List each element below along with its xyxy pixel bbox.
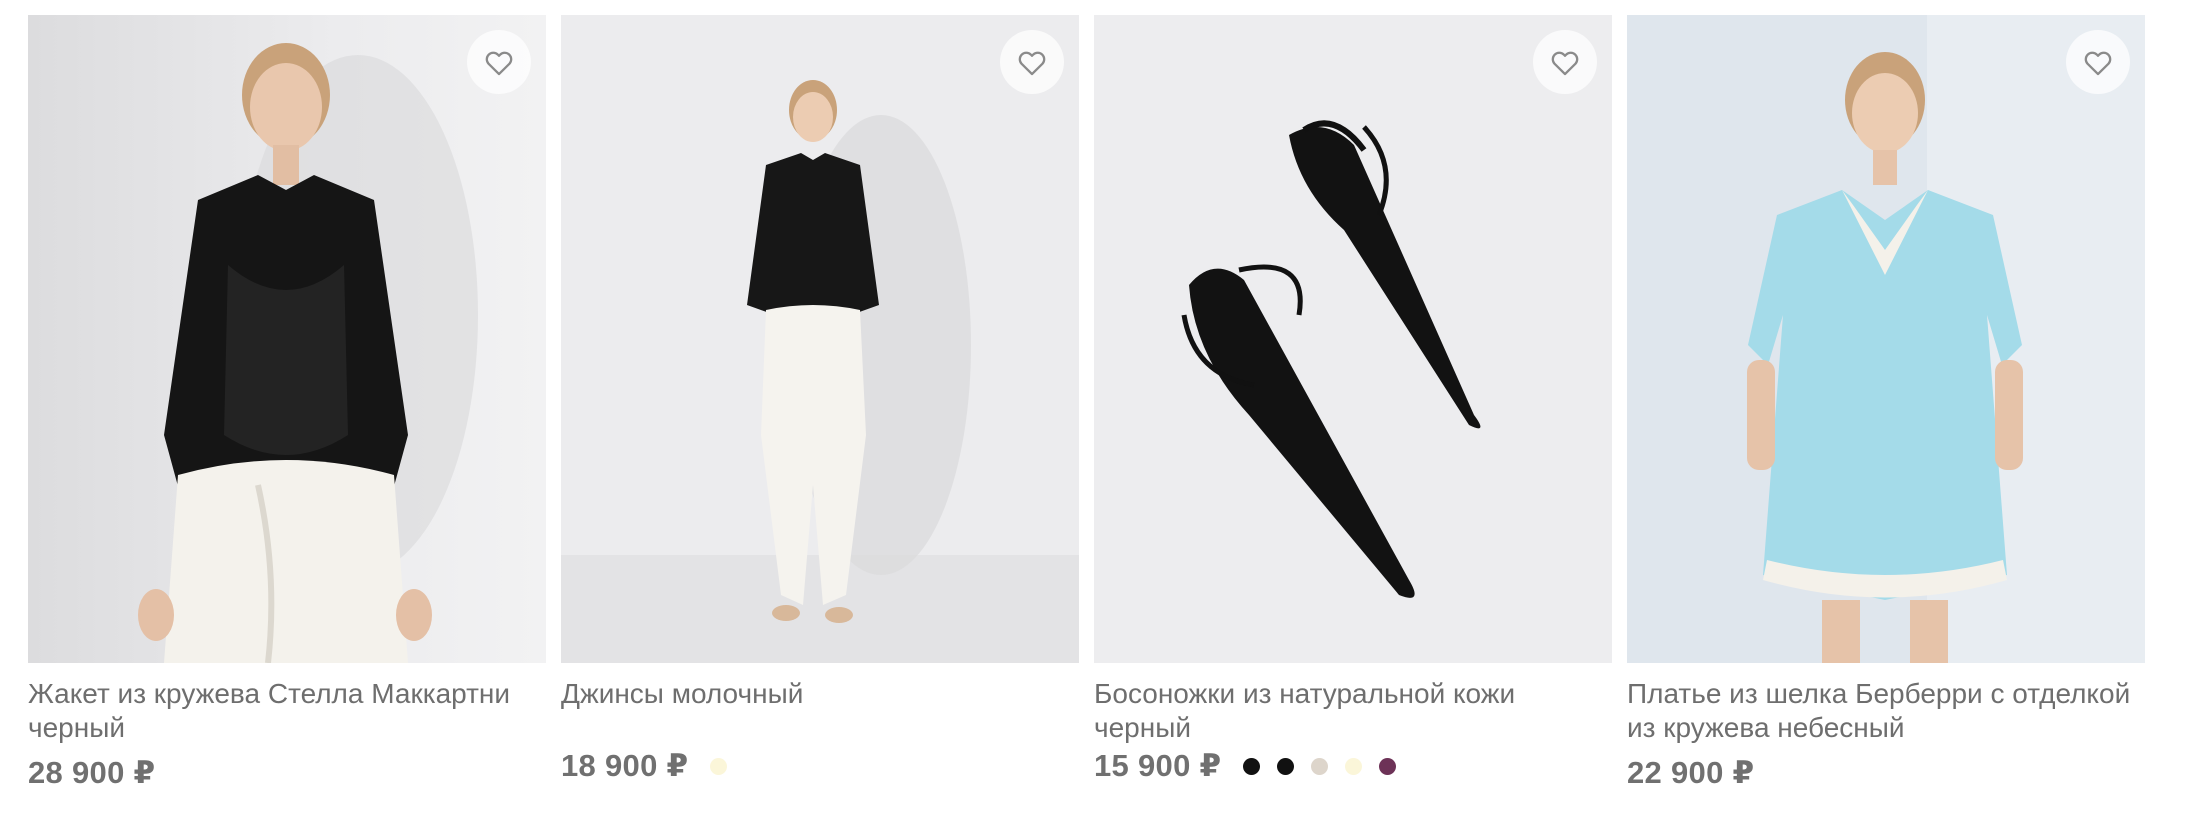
black-sandals-photo: [1094, 15, 1612, 663]
product-title[interactable]: Джинсы молочный: [561, 677, 1079, 745]
product-grid: Жакет из кружева Стелла Маккартни черный…: [0, 0, 2186, 818]
color-swatch[interactable]: [1311, 757, 1329, 775]
product-image[interactable]: [28, 15, 546, 663]
product-image[interactable]: [561, 15, 1079, 663]
color-swatch[interactable]: [1345, 757, 1363, 775]
product-image[interactable]: [1094, 15, 1612, 663]
heart-outline-icon: [485, 51, 513, 76]
product-price: 18 900 ₽: [561, 748, 689, 783]
model-milk-trousers-photo: [561, 15, 1079, 663]
product-title[interactable]: Босоножки из натуральной кожи черный: [1094, 677, 1612, 745]
favorite-button[interactable]: [1000, 30, 1064, 94]
favorite-button[interactable]: [2066, 30, 2130, 94]
product-card[interactable]: Платье из шелка Берберри с отделкой из к…: [1627, 15, 2145, 795]
product-title[interactable]: Жакет из кружева Стелла Маккартни черный: [28, 677, 546, 745]
color-swatch[interactable]: [1277, 757, 1295, 775]
product-price: 15 900 ₽: [1094, 748, 1222, 783]
color-swatch[interactable]: [710, 757, 728, 775]
model-lace-jacket-photo: [28, 15, 546, 663]
product-image[interactable]: [1627, 15, 2145, 663]
heart-outline-icon: [1551, 51, 1579, 76]
color-swatch[interactable]: [1243, 757, 1261, 775]
favorite-button[interactable]: [1533, 30, 1597, 94]
product-price: 28 900 ₽: [28, 755, 156, 790]
price-row: 15 900 ₽: [1094, 744, 1612, 788]
price-row: 22 900 ₽: [1627, 751, 2145, 795]
product-title[interactable]: Платье из шелка Берберри с отделкой из к…: [1627, 677, 2145, 745]
model-sky-blue-dress-photo: [1627, 15, 2145, 663]
color-swatches: [1243, 757, 1413, 775]
product-price: 22 900 ₽: [1627, 755, 1755, 790]
color-swatch[interactable]: [1379, 757, 1397, 775]
favorite-button[interactable]: [467, 30, 531, 94]
product-card[interactable]: Жакет из кружева Стелла Маккартни черный…: [28, 15, 546, 795]
heart-outline-icon: [2084, 51, 2112, 76]
price-row: 18 900 ₽: [561, 744, 1079, 788]
color-swatches: [710, 757, 744, 775]
price-row: 28 900 ₽: [28, 751, 546, 795]
product-card[interactable]: Босоножки из натуральной кожи черный 15 …: [1094, 15, 1612, 788]
heart-outline-icon: [1018, 51, 1046, 76]
product-card[interactable]: Джинсы молочный 18 900 ₽: [561, 15, 1079, 788]
